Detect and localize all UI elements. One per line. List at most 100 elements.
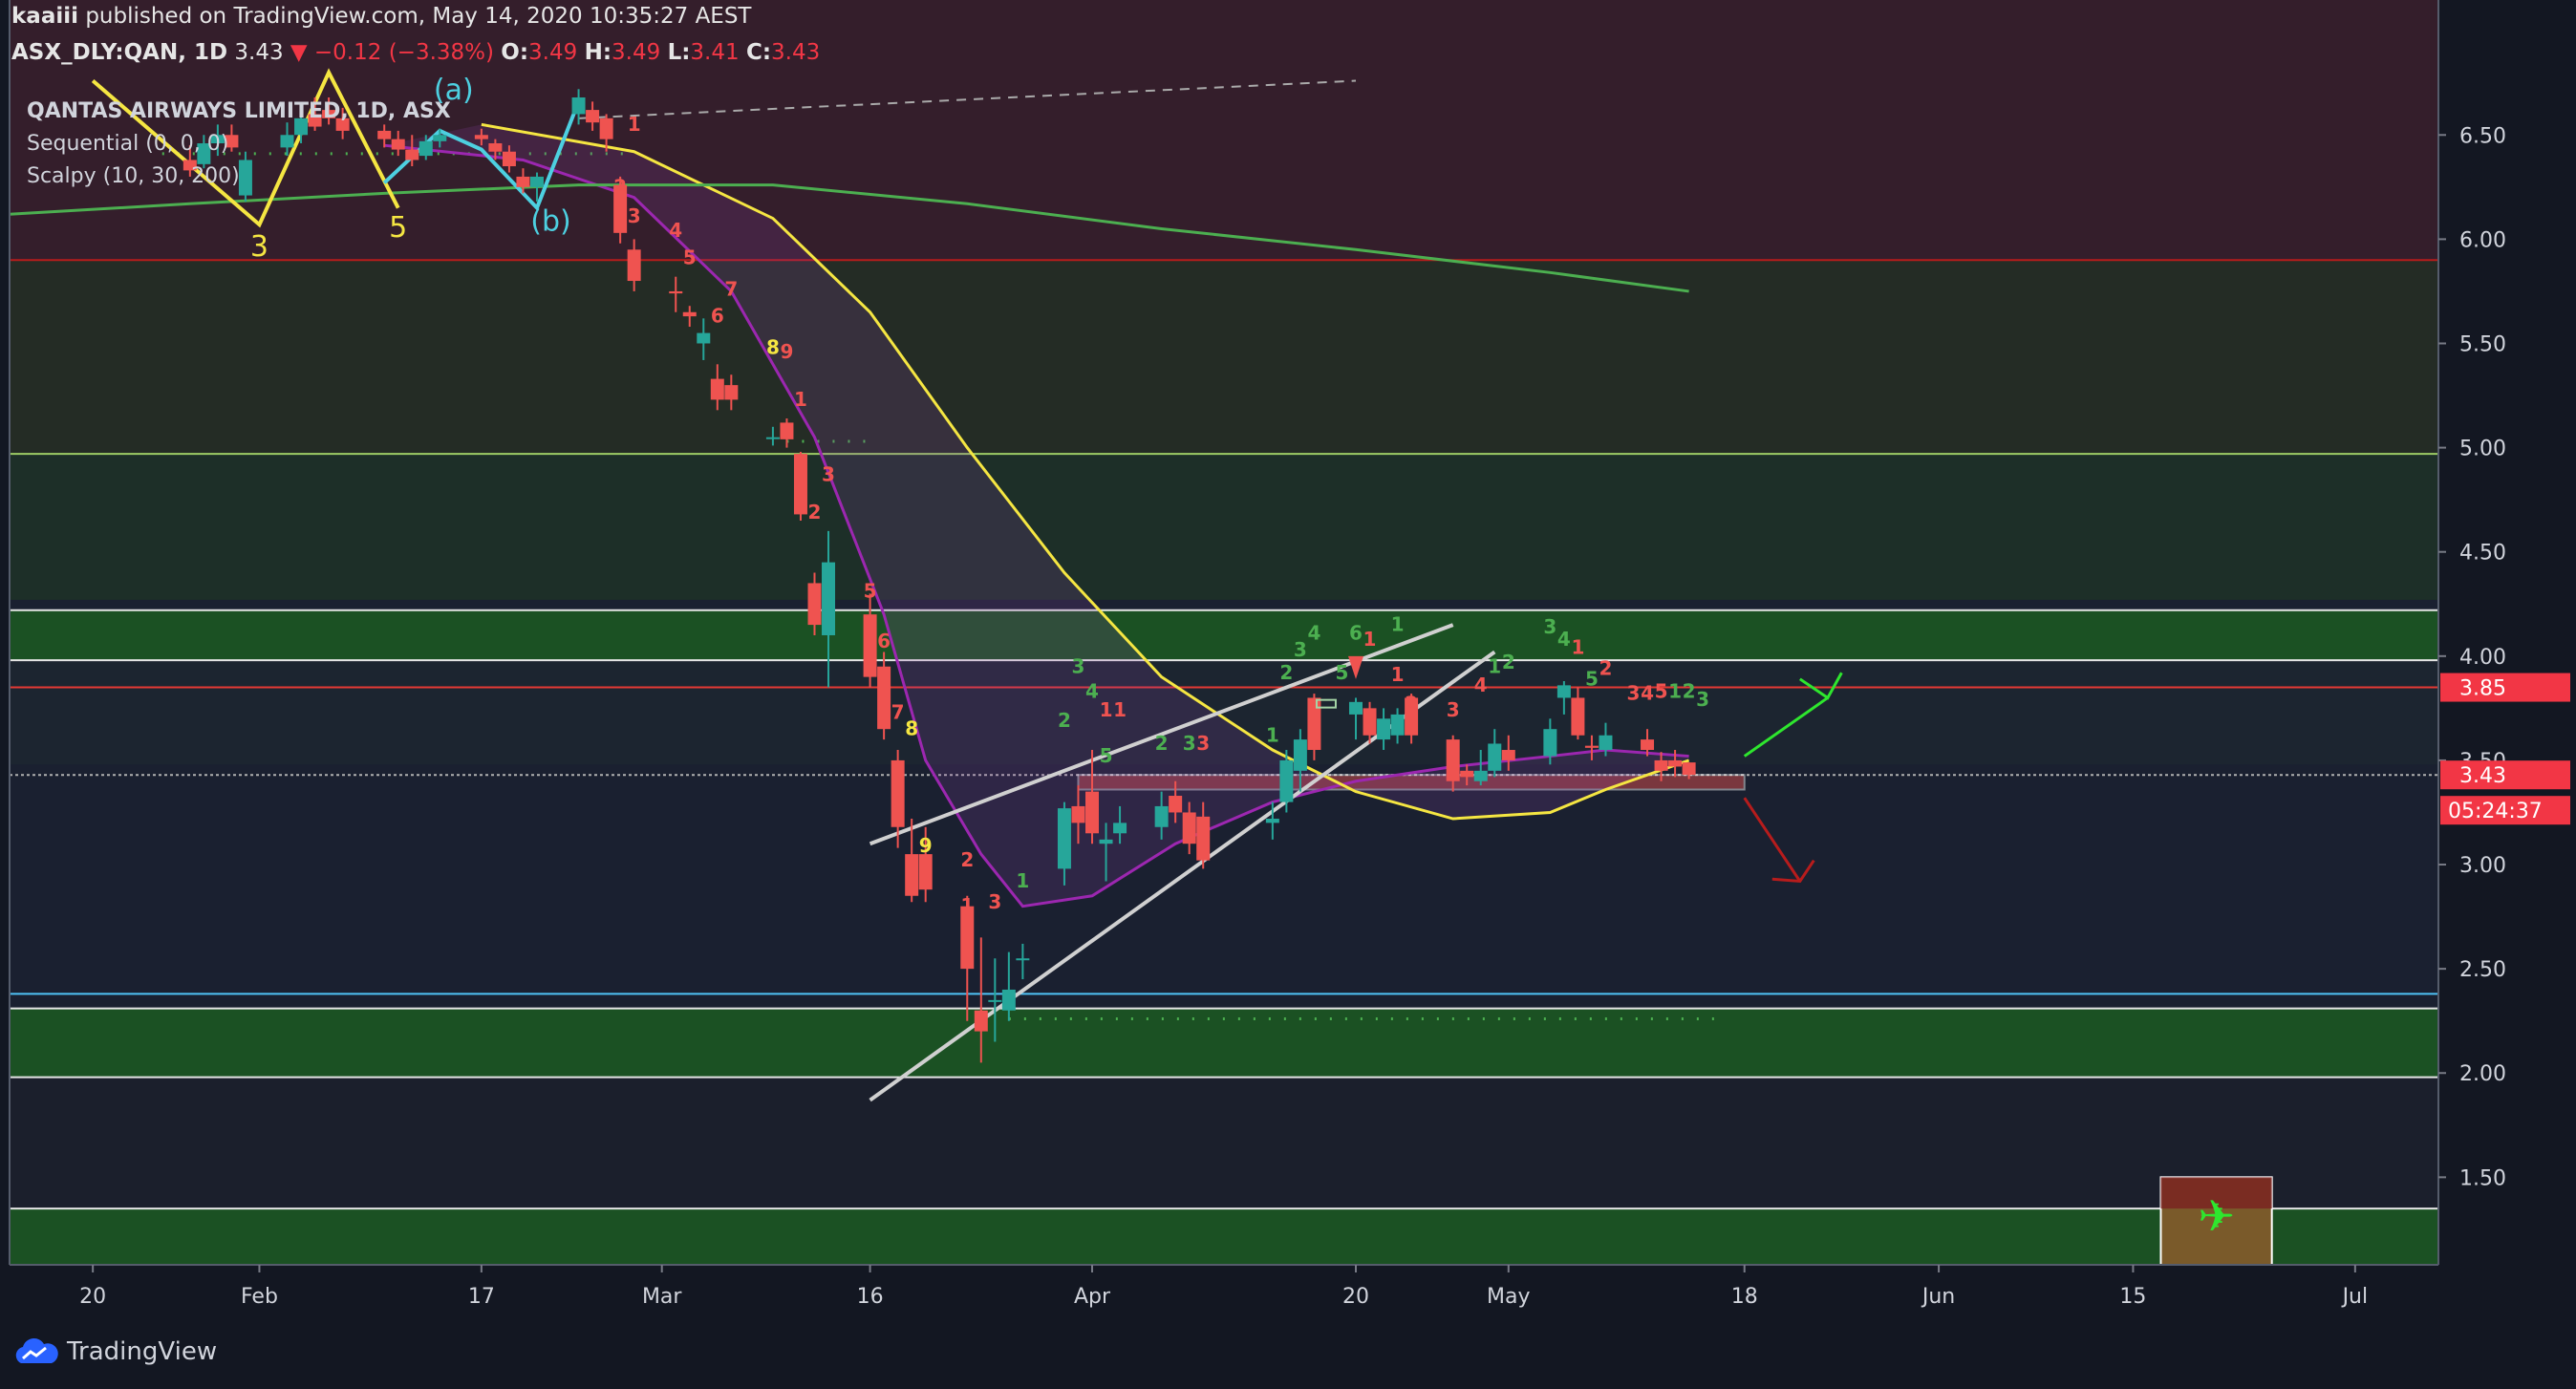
candle-body [988, 999, 1002, 1002]
sequential-count: 2 [1502, 651, 1515, 673]
price-tick-label: 5.50 [2459, 332, 2506, 356]
time-tick-label: 20 [1342, 1285, 1369, 1309]
band-4-5 [10, 454, 2438, 600]
candle-body [280, 135, 294, 148]
price-label: 3.85 [2459, 677, 2506, 701]
sequential-count: 2 [1058, 709, 1071, 732]
sequential-count: 4 [1474, 673, 1488, 696]
sequential-count: 7 [724, 277, 738, 300]
candle-body [1279, 759, 1294, 802]
wave-label: 5 [389, 211, 407, 245]
price-chart[interactable]: ✈12345678 91235678912312341 152 3 3 123456 111… [0, 0, 2576, 1389]
sequential-count: 1 [1266, 723, 1279, 746]
legend-title[interactable]: QANTAS AIRWAYS LIMITED, 1D, ASX [27, 99, 451, 123]
candle-body [1363, 708, 1377, 736]
candle-body [238, 160, 252, 196]
legend-scalpy[interactable]: Scalpy (10, 30, 200) [27, 164, 240, 188]
candle-body [1001, 989, 1016, 1011]
candle-body [1488, 743, 1502, 771]
candle-body [682, 311, 697, 317]
wave-label: 3 [250, 230, 268, 264]
sequential-count: 3 [1072, 654, 1085, 677]
sequential-count: 8 [905, 717, 918, 740]
candle-body [1473, 770, 1488, 781]
sequential-count: 5 [1585, 667, 1599, 690]
low-label: L: [667, 40, 691, 65]
sequential-count: 5 [1336, 661, 1349, 684]
time-tick-label: May [1487, 1285, 1530, 1309]
symbol-label[interactable]: ASX_DLY:QAN, 1D [11, 40, 227, 65]
sequential-count: 1 [1571, 636, 1584, 659]
sequential-count: 2 [808, 501, 822, 524]
candle-body [710, 378, 724, 400]
last-price: 3.43 [234, 40, 284, 65]
candle-body [1599, 735, 1613, 751]
sequential-count: 1 [1668, 679, 1682, 702]
sequential-count: 3 [1196, 732, 1210, 755]
high-label: H: [584, 40, 612, 65]
time-tick-label: 18 [1731, 1285, 1758, 1309]
cloud-icon [15, 1338, 58, 1363]
sequential-count: 4 [1557, 628, 1571, 651]
candle-body [1654, 759, 1668, 771]
time-tick-label: Jun [1921, 1285, 1955, 1309]
sequential-count: 1 [1391, 613, 1405, 636]
tradingview-logo[interactable]: TradingView [11, 1337, 217, 1366]
sequential-count: 4 [1307, 621, 1320, 644]
price-tick-label: 1.50 [2459, 1166, 2506, 1190]
close-value: 3.43 [771, 40, 821, 65]
time-tick-label: 17 [468, 1285, 495, 1309]
sequential-count: 1 [628, 113, 641, 136]
sequential-count: 4 [669, 219, 682, 242]
sequential-count: 1 [1016, 869, 1029, 892]
sequential-count: 4 [1085, 679, 1099, 702]
time-axis-bg [0, 1265, 2576, 1389]
candle-body [516, 176, 530, 187]
candle-body [1099, 839, 1113, 844]
price-tick-label: 5.00 [2459, 438, 2506, 461]
publish-info: kaaiii published on TradingView.com, May… [11, 4, 751, 29]
price-tick-label: 4.00 [2459, 646, 2506, 670]
time-tick-label: Mar [642, 1285, 682, 1309]
candle-body [1348, 701, 1363, 715]
candle-body [724, 385, 739, 400]
sequential-count: 2 [1599, 656, 1612, 679]
price-tick-label: 4.50 [2459, 542, 2506, 566]
candle-body [974, 1010, 988, 1032]
sequential-count: 3 [1447, 698, 1460, 721]
legend-sequential[interactable]: Sequential (0, 0, 0) [27, 132, 228, 156]
sequential-count: 9 [780, 340, 793, 363]
sequential-count: 9 [919, 834, 933, 857]
candle-body [1668, 759, 1683, 767]
candle-body [1682, 762, 1696, 776]
candle-body [586, 110, 600, 123]
author-name[interactable]: kaaiii [11, 4, 78, 29]
sequential-count: 6 [711, 305, 724, 328]
candle-body [863, 614, 877, 677]
sequential-count: 2 [1683, 679, 1696, 702]
support-zone [10, 1208, 2438, 1265]
lower-band [10, 1077, 2438, 1209]
sequential-count: 3 [1294, 638, 1307, 661]
sequential-count: 2 [613, 175, 627, 198]
sequential-count: 8 [766, 335, 780, 358]
sequential-count: 3 [1543, 615, 1556, 638]
price-tick-label: 2.50 [2459, 958, 2506, 982]
sequential-count: 2 [1279, 661, 1293, 684]
candle-body [697, 332, 711, 344]
candle-body [1085, 791, 1100, 834]
upper-band [10, 0, 2438, 261]
open-label: O: [501, 40, 529, 65]
sequential-count: 1 [794, 388, 807, 411]
time-tick-label: 16 [857, 1285, 884, 1309]
candle-body [1641, 739, 1655, 751]
candle-body [1584, 745, 1599, 748]
sequential-count: 1 [1100, 698, 1113, 721]
sequential-count: 6 [1349, 621, 1363, 644]
candle-body [1446, 739, 1460, 781]
candle-body [1543, 729, 1557, 757]
sequential-count: 5 [864, 580, 877, 603]
candle-body [1113, 823, 1127, 834]
candle-body [1154, 805, 1169, 827]
candle-body [529, 176, 544, 187]
